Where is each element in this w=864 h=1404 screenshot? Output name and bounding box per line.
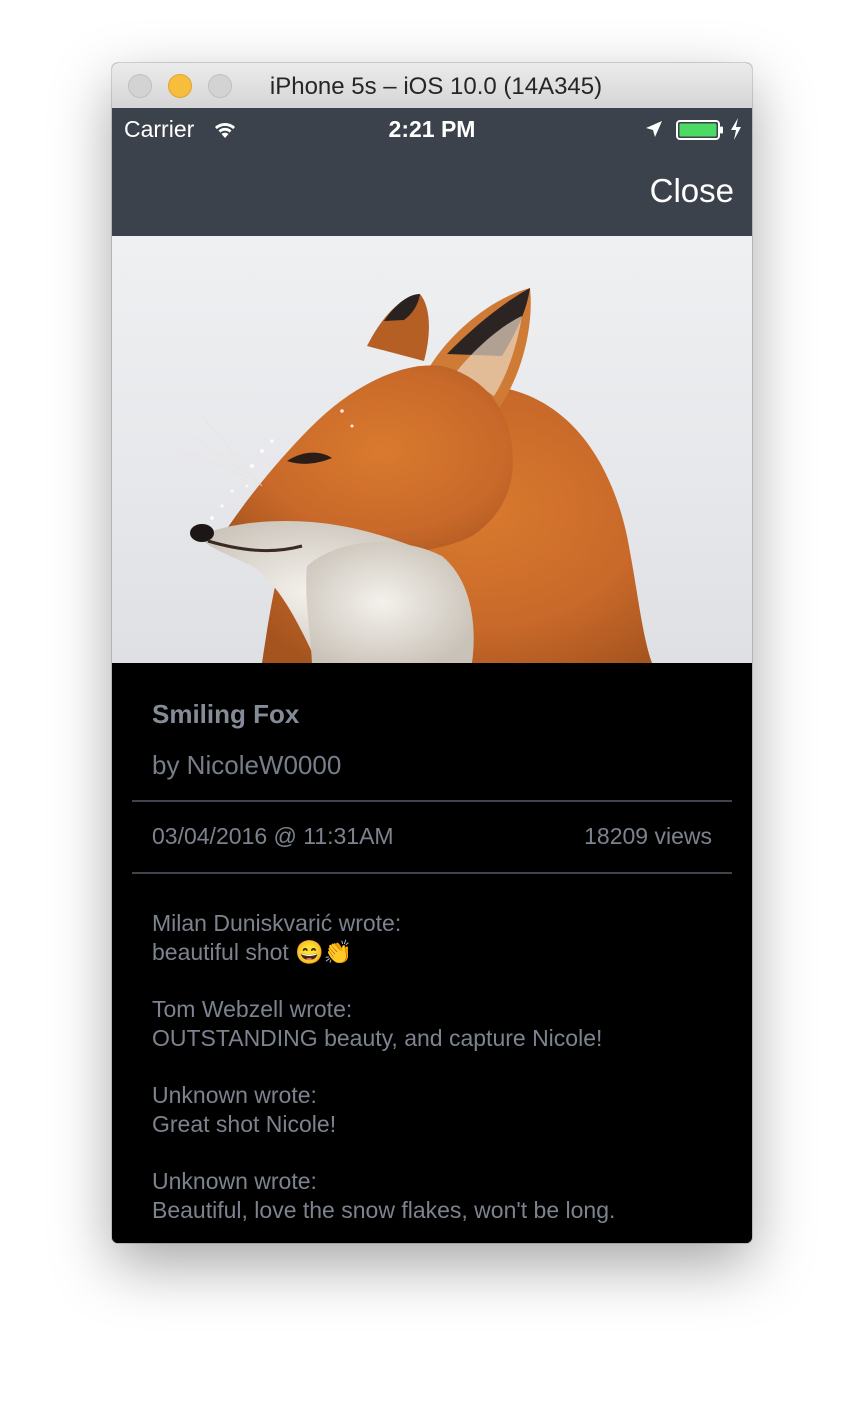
divider xyxy=(132,872,732,874)
navigation-bar: Close xyxy=(112,148,752,236)
comment-item: Unknown wrote: Great shot Nicole! xyxy=(152,1081,732,1139)
photo-image xyxy=(112,236,752,663)
comment-text: Beautiful, love the snow flakes, won't b… xyxy=(152,1197,616,1223)
photo-views: 18209 views xyxy=(584,823,712,849)
comment-text: beautiful shot 😄👏 xyxy=(152,939,353,965)
charging-bolt-icon xyxy=(731,118,741,140)
fox-illustration xyxy=(181,288,652,663)
comments-list: Milan Duniskvarić wrote: beautiful shot … xyxy=(152,909,732,1243)
comment-item: Milan Duniskvarić wrote: beautiful shot … xyxy=(152,909,732,967)
ios-status-bar: Carrier 2:21 PM xyxy=(112,108,752,148)
photo-date: 03/04/2016 @ 11:31AM xyxy=(152,823,394,849)
comment-text: Great shot Nicole! xyxy=(152,1111,337,1137)
divider xyxy=(132,800,732,802)
photo-title: Smiling Fox xyxy=(152,699,300,729)
comment-item: Tom Webzell wrote: OUTSTANDING beauty, a… xyxy=(152,995,732,1053)
comment-author: Unknown wrote: xyxy=(152,1168,317,1194)
comment-author: Milan Duniskvarić wrote: xyxy=(152,910,402,936)
battery-icon xyxy=(676,120,723,140)
location-arrow-icon xyxy=(646,121,662,137)
window-titlebar[interactable]: iPhone 5s – iOS 10.0 (14A345) xyxy=(112,63,752,109)
comment-text: OUTSTANDING beauty, and capture Nicole! xyxy=(152,1025,603,1051)
photo-details: Smiling Fox by NicoleW0000 03/04/2016 @ … xyxy=(112,663,752,1243)
simulator-window: iPhone 5s – iOS 10.0 (14A345) Carrier 2:… xyxy=(112,63,752,1243)
window-title: iPhone 5s – iOS 10.0 (14A345) xyxy=(269,73,603,100)
photo-author: by NicoleW0000 xyxy=(152,750,342,780)
close-button[interactable]: Close xyxy=(650,172,734,210)
comment-author: Unknown wrote: xyxy=(152,1082,317,1108)
comment-item: Unknown wrote: Beautiful, love the snow … xyxy=(152,1167,732,1225)
comment-author: Tom Webzell wrote: xyxy=(152,996,353,1022)
